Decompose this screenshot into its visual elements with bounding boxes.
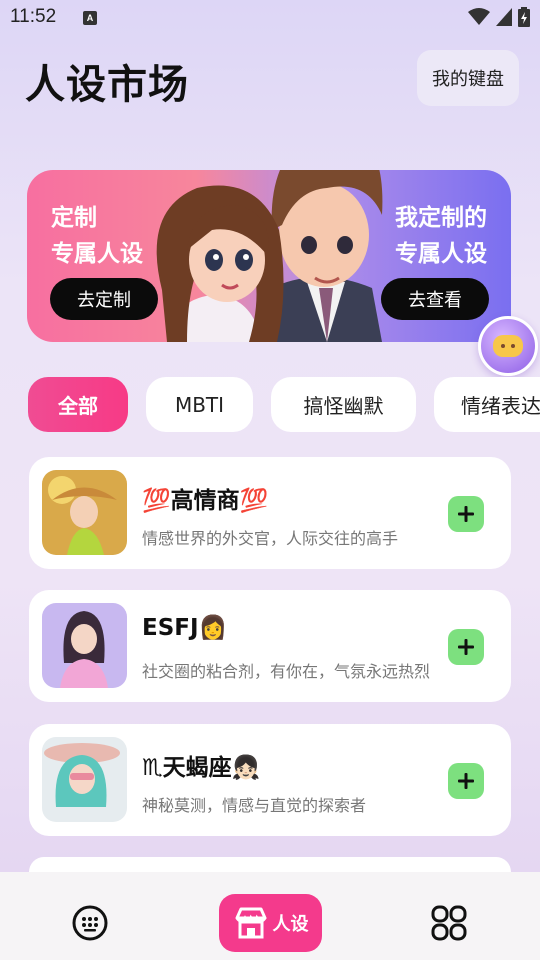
plus-icon	[458, 506, 474, 522]
status-bar: 11:52 A	[0, 0, 540, 36]
persona-card[interactable]: 💯高情商💯 情感世界的外交官，人际交往的高手	[29, 457, 511, 569]
persona-card[interactable]: ♏天蝎座👧🏻 神秘莫测，情感与直觉的探索者	[29, 724, 511, 836]
chip-mbti[interactable]: MBTI	[146, 377, 253, 432]
floating-assistant-icon[interactable]	[478, 316, 538, 376]
custom-persona-banner: 定制 专属人设 我定制的 专属人设 去定制 去查看	[27, 170, 511, 342]
nav-persona-tab[interactable]: 人设	[219, 894, 322, 952]
banner-left-line2: 专属人设	[51, 241, 143, 267]
bottom-nav: 人设	[0, 872, 540, 960]
chip-funny[interactable]: 搞怪幽默	[271, 377, 416, 432]
persona-title: ESFJ👩	[142, 615, 228, 641]
plus-icon	[458, 639, 474, 655]
chip-emotion[interactable]: 情绪表达	[434, 377, 540, 432]
banner-right-line1: 我定制的	[395, 205, 487, 231]
store-icon	[235, 907, 266, 939]
add-persona-button[interactable]	[448, 629, 484, 665]
banner-my-custom-text: 我定制的 专属人设	[395, 200, 487, 272]
signal-icon	[496, 8, 512, 26]
persona-avatar	[42, 470, 127, 555]
plus-icon	[458, 773, 474, 789]
banner-right-line2: 专属人设	[395, 241, 487, 267]
persona-description: 社交圈的粘合剂，有你在，气氛永远热烈	[142, 662, 431, 681]
add-persona-button[interactable]	[448, 496, 484, 532]
status-time: 11:52	[10, 6, 57, 27]
persona-avatar	[42, 603, 127, 688]
go-view-button[interactable]: 去查看	[381, 278, 489, 320]
banner-left-line1: 定制	[51, 205, 97, 231]
keyboard-icon[interactable]	[72, 905, 108, 941]
category-chips: 全部 MBTI 搞怪幽默 情绪表达	[28, 377, 540, 433]
go-customize-button[interactable]: 去定制	[50, 278, 158, 320]
persona-avatar	[42, 737, 127, 822]
add-persona-button[interactable]	[448, 763, 484, 799]
notification-app-icon: A	[83, 11, 97, 25]
battery-icon	[518, 7, 530, 27]
apps-grid-icon[interactable]	[431, 905, 467, 941]
persona-card[interactable]: ESFJ👩 社交圈的粘合剂，有你在，气氛永远热烈	[29, 590, 511, 702]
page-title: 人设市场	[25, 62, 189, 108]
wifi-icon	[468, 8, 490, 25]
persona-title: ♏天蝎座👧🏻	[142, 755, 261, 781]
chip-all[interactable]: 全部	[28, 377, 128, 432]
nav-persona-label: 人设	[272, 914, 309, 935]
persona-description: 神秘莫测，情感与直觉的探索者	[142, 796, 367, 815]
persona-description: 情感世界的外交官，人际交往的高手	[142, 529, 399, 548]
status-icons	[468, 7, 530, 27]
banner-customize-text: 定制 专属人设	[51, 200, 143, 272]
persona-title: 💯高情商💯	[142, 488, 269, 514]
my-keyboard-button[interactable]: 我的键盘	[417, 50, 519, 106]
chat-bubble-icon	[493, 335, 523, 357]
